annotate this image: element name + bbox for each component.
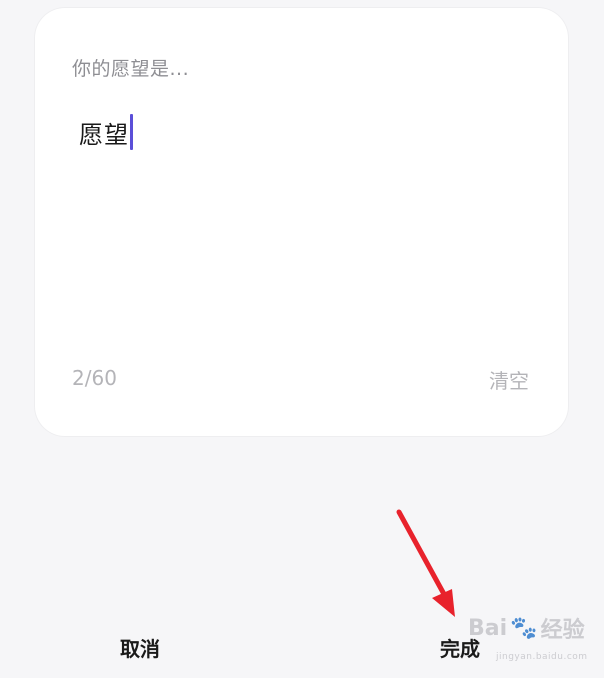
clear-button[interactable]: 清空 <box>489 365 529 394</box>
watermark-brand-left: Bai <box>468 615 508 641</box>
watermark-brand-right: 经验 <box>540 618 585 643</box>
wish-input-card[interactable]: 你的愿望是... 愿望 2/60 清空 <box>35 8 568 436</box>
text-cursor <box>130 114 133 150</box>
wish-text-value: 愿望 <box>79 120 129 149</box>
watermark-logo: Bai 🐾 经验 <box>468 612 585 644</box>
character-counter: 2/60 <box>72 366 117 390</box>
cancel-button[interactable]: 取消 <box>120 633 160 662</box>
watermark-url: jingyan.baidu.com <box>496 652 588 662</box>
paw-icon: 🐾 <box>510 615 538 641</box>
wish-text-field[interactable]: 愿望 <box>79 112 133 152</box>
wish-prompt-label: 你的愿望是... <box>72 58 190 80</box>
